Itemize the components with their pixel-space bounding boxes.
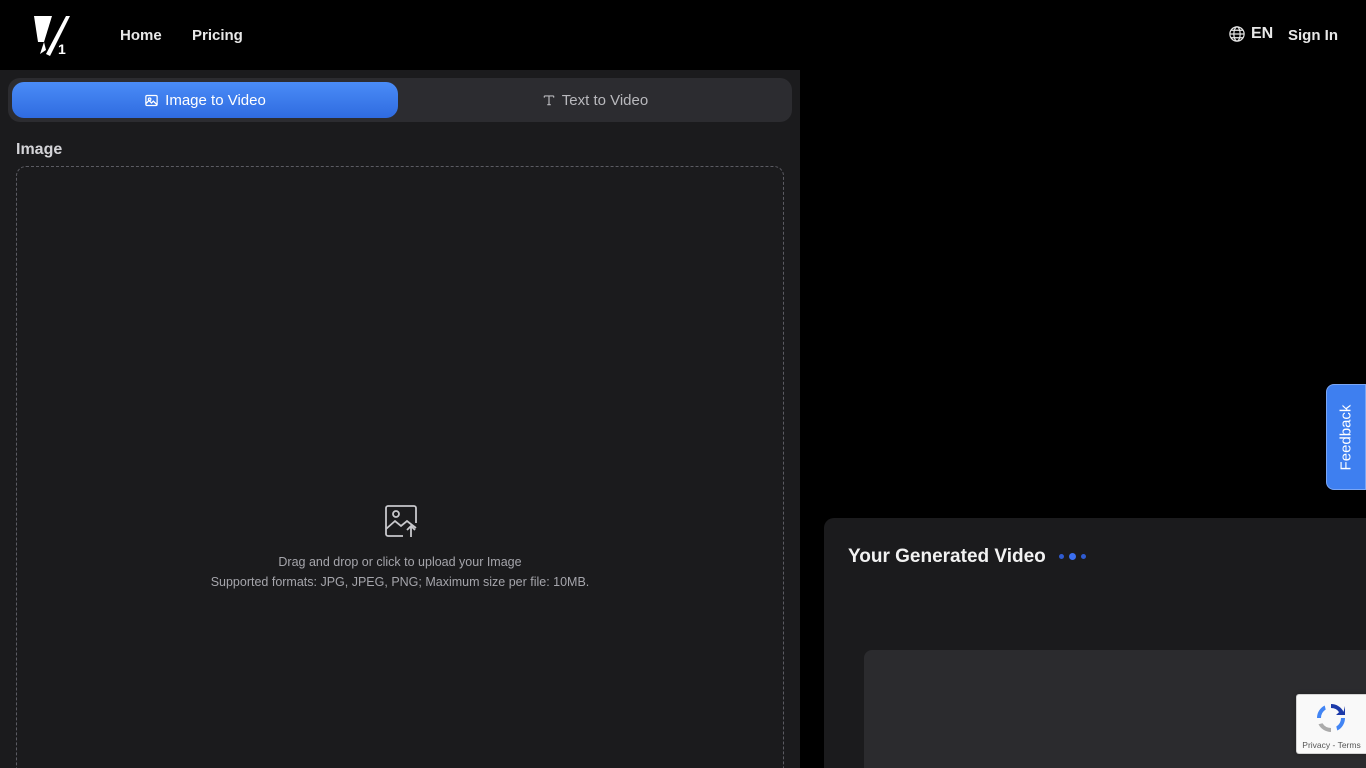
tab-text-to-video[interactable]: Text to Video [402,82,788,118]
loading-dot [1081,554,1086,559]
recaptcha-icon [1317,704,1345,732]
upload-instruction: Drag and drop or click to upload your Im… [278,555,522,569]
v1-logo[interactable]: 1 [32,14,72,58]
nav-home-link[interactable]: Home [120,27,162,44]
recaptcha-privacy-terms[interactable]: Privacy - Terms [1297,740,1366,750]
nav-pricing-link[interactable]: Pricing [192,27,243,44]
recaptcha-badge[interactable]: Privacy - Terms [1296,694,1366,754]
globe-icon [1229,26,1245,42]
loading-dot [1069,553,1076,560]
feedback-button[interactable]: Feedback [1326,384,1366,490]
generated-video-title: Your Generated Video [848,546,1046,567]
sign-in-link[interactable]: Sign In [1288,27,1338,44]
image-upload-dropzone[interactable]: Drag and drop or click to upload your Im… [16,166,784,768]
image-icon [145,94,158,106]
video-preview-area [864,650,1366,768]
text-icon [543,95,555,106]
language-selector[interactable]: EN [1228,25,1273,43]
loading-dot [1059,554,1064,559]
tab-label: Image to Video [165,91,266,109]
generated-video-panel: Your Generated Video [824,518,1366,768]
mode-tabs: Image to Video Text to Video [8,78,792,122]
image-section-label: Image [16,141,63,158]
loading-indicator [1059,553,1086,560]
top-navigation-bar: 1 Home Pricing EN Sign In [0,0,1366,70]
feedback-label: Feedback [1337,404,1355,470]
upload-formats: Supported formats: JPG, JPEG, PNG; Maxim… [210,575,590,589]
tab-image-to-video[interactable]: Image to Video [12,82,398,118]
tab-label: Text to Video [561,91,649,109]
generation-panel: Image to Video Text to Video Image Drag … [0,70,800,768]
image-upload-icon [385,505,417,537]
language-label: EN [1251,25,1274,42]
svg-text:1: 1 [58,41,66,57]
